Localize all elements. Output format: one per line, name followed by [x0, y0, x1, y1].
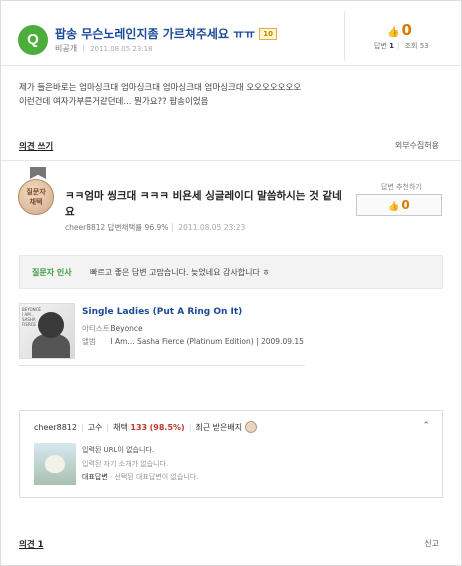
profile-url: 입력된 URL이 없습니다.	[82, 446, 155, 454]
divider	[1, 160, 462, 161]
album-figure-head	[38, 312, 64, 338]
profile-adopt-count: 133	[130, 423, 148, 432]
profile-image	[34, 443, 76, 485]
profile-rep-answer: 대표답변 · 선택된 대표답변이 없습니다.	[82, 472, 198, 482]
music-divider	[19, 365, 305, 366]
artist-name[interactable]: Beyonce	[110, 324, 142, 333]
recommend-button[interactable]: 👍 0	[356, 194, 442, 216]
question-author: 비공개	[55, 44, 78, 53]
thanks-message: 빠르고 좋은 답변 고맙습니다. 늦었네요 감사합니다 ㅎ	[90, 268, 270, 277]
answer-meta: cheer8812 답변채택률 96.9% 2011.08.05 23:23	[65, 222, 246, 233]
album-name[interactable]: I Am... Sasha Fierce (Platinum Edition) …	[110, 337, 304, 346]
opinion-link[interactable]: 의견 1	[19, 538, 44, 550]
question-icon: Q	[18, 25, 48, 55]
profile-adopt-label: 채택	[113, 423, 128, 432]
profile-grade: 고수	[87, 423, 103, 432]
profile-separator: |	[188, 423, 192, 432]
external-collect-label: 외부수집허용	[394, 141, 439, 150]
answer-adopt-rate: 답변채택률 96.9%	[107, 223, 169, 232]
write-opinion-link[interactable]: 의견 쓰기	[19, 140, 53, 152]
artist-row: 아티스트 Beyonce	[82, 323, 143, 334]
asker-thanks-box: 질문자 인사 빠르고 좋은 답변 고맙습니다. 늦었네요 감사합니다 ㅎ	[19, 255, 443, 289]
medal-ribbon-icon	[30, 167, 46, 179]
artist-label: 아티스트	[82, 324, 110, 333]
recent-badge-label: 최근 받은배지	[195, 423, 243, 432]
question-body-line2: 이런건데 여자가부른거같던데... 뭔가요?? 팝송이었음	[19, 97, 209, 107]
profile-summary: cheer8812 | 고수 | 채택 133 (98.5%) | 최근 받은배지	[34, 421, 258, 433]
question-stats: 답변 1 | 조회 53	[374, 41, 429, 51]
thumbs-up-icon: 👍	[387, 27, 400, 38]
view-label: 조회	[404, 42, 418, 50]
question-date: 2011.08.05 23:18	[83, 45, 153, 53]
thanks-label: 질문자 인사	[32, 268, 72, 277]
question-title-text: 팝송 무슨노레인지좀 가르쳐주세요 ㅠㅠ	[55, 27, 256, 41]
profile-intro: 입력된 자기 소개가 없습니다.	[82, 460, 169, 468]
answer-label: 답변	[374, 42, 387, 50]
question-likes: 0	[401, 21, 412, 39]
rep-answer-text: · 선택된 대표답변이 없습니다.	[110, 473, 199, 481]
question-body-line1: 제가 들은바로는 엄마싱크대 엄마싱크대 엄마싱크대 엄마싱크대 오오오오오오오	[19, 83, 302, 93]
question-like-count[interactable]: 👍 0	[387, 21, 412, 39]
question-title: 팝송 무슨노레인지좀 가르쳐주세요 ㅠㅠ 10	[55, 25, 277, 42]
answer-title: ㅋㅋ엄마 씽크대 ㅋㅋㅋ 비욘세 싱글레이디 말씀하시는 것 같네요	[65, 190, 342, 218]
profile-adopt-pct: (98.5%)	[149, 423, 185, 432]
answer-count: 1	[389, 42, 394, 50]
chevron-up-icon[interactable]: ⌃	[422, 421, 430, 431]
answerer-profile-card: cheer8812 | 고수 | 채택 133 (98.5%) | 최근 받은배지 ⌃ 입력…	[19, 410, 443, 498]
question-meta: 비공개 2011.08.05 23:18	[55, 43, 153, 54]
recommend-label: 답변 추천하기	[381, 183, 422, 191]
rep-answer-label: 대표답변	[82, 473, 108, 481]
report-link[interactable]: 신고	[424, 538, 439, 549]
adopted-medal-icon: 질문자 채택	[18, 179, 54, 215]
profile-separator: |	[80, 423, 84, 432]
profile-separator: |	[106, 423, 110, 432]
medal-line2: 채택	[29, 198, 43, 206]
page: Q 팝송 무슨노레인지좀 가르쳐주세요 ㅠㅠ 10 비공개 2011.08.05 2…	[0, 0, 462, 566]
thumbs-up-icon: 👍	[388, 202, 400, 212]
song-title[interactable]: Single Ladies (Put A Ring On It)	[82, 307, 242, 317]
medal-line1: 질문자	[26, 188, 46, 196]
album-cover-image[interactable]: BEYONCÉ I AM... SASHA FIERCE	[19, 303, 75, 359]
stat-separator: |	[397, 42, 400, 50]
answer-author[interactable]: cheer8812	[65, 223, 105, 232]
album-row: 앨범 I Am... Sasha Fierce (Platinum Editio…	[82, 336, 304, 347]
bounty-badge: 10	[259, 28, 277, 40]
answer-date: 2011.08.05 23:23	[172, 223, 246, 232]
divider	[1, 65, 462, 66]
question-body: 제가 들은바로는 엄마싱크대 엄마싱크대 엄마싱크대 엄마싱크대 오오오오오오오…	[19, 81, 439, 109]
header-divider	[344, 11, 345, 61]
duck-icon	[45, 455, 65, 473]
profile-user[interactable]: cheer8812	[34, 423, 77, 432]
view-count: 53	[419, 42, 429, 50]
recommend-count: 0	[401, 198, 410, 212]
album-label: 앨범	[82, 337, 96, 346]
badge-icon[interactable]	[245, 421, 258, 433]
